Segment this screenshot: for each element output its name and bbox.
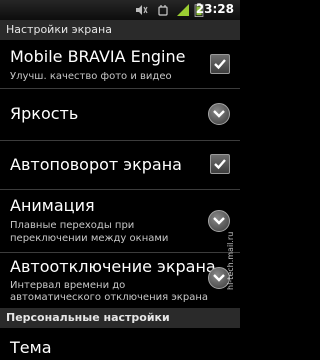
setting-title: Тема [10, 338, 52, 357]
signal-icon [177, 4, 189, 16]
setting-title: Анимация [10, 196, 95, 215]
auto-rotate-checkbox[interactable] [210, 154, 230, 174]
watermark: hi-tech.mail.ru [226, 231, 235, 290]
status-bar: 23:28 [0, 0, 240, 20]
chevron-down-icon [213, 110, 225, 118]
setting-subtitle-line2: автоматического отключения экрана [10, 292, 208, 303]
setting-subtitle-line1: Плавные переходы при [10, 220, 135, 231]
setting-title: Автоотключение экрана [10, 257, 216, 276]
chevron-down-icon [213, 274, 225, 282]
brightness-chevron-button[interactable] [208, 103, 230, 125]
chevron-down-icon [213, 217, 225, 225]
setting-auto-rotate[interactable]: Автоповорот экрана [0, 141, 240, 189]
setting-title: Mobile BRAVIA Engine [10, 47, 186, 66]
check-icon [214, 159, 226, 170]
section-header-screen: Настройки экрана [0, 20, 240, 40]
setting-bravia-engine[interactable]: Mobile BRAVIA Engine Улучш. качество фот… [0, 40, 240, 88]
setting-title: Автоповорот экрана [10, 155, 182, 174]
check-icon [214, 59, 226, 70]
status-time: 23:28 [195, 2, 234, 16]
animation-chevron-button[interactable] [208, 210, 230, 232]
bravia-checkbox[interactable] [210, 54, 230, 74]
debug-icon [158, 5, 168, 16]
setting-title: Яркость [10, 104, 79, 123]
setting-screen-timeout[interactable]: Автоотключение экрана Интервал времени д… [0, 253, 240, 308]
setting-brightness[interactable]: Яркость [0, 89, 240, 140]
section-header-personal: Персональные настройки [0, 308, 240, 328]
mute-icon [136, 5, 148, 15]
setting-theme[interactable]: Тема [0, 328, 240, 360]
setting-subtitle: Улучш. качество фото и видео [10, 71, 172, 82]
setting-subtitle-line2: переключении между окнами [10, 233, 169, 244]
setting-animation[interactable]: Анимация Плавные переходы при переключен… [0, 190, 240, 252]
